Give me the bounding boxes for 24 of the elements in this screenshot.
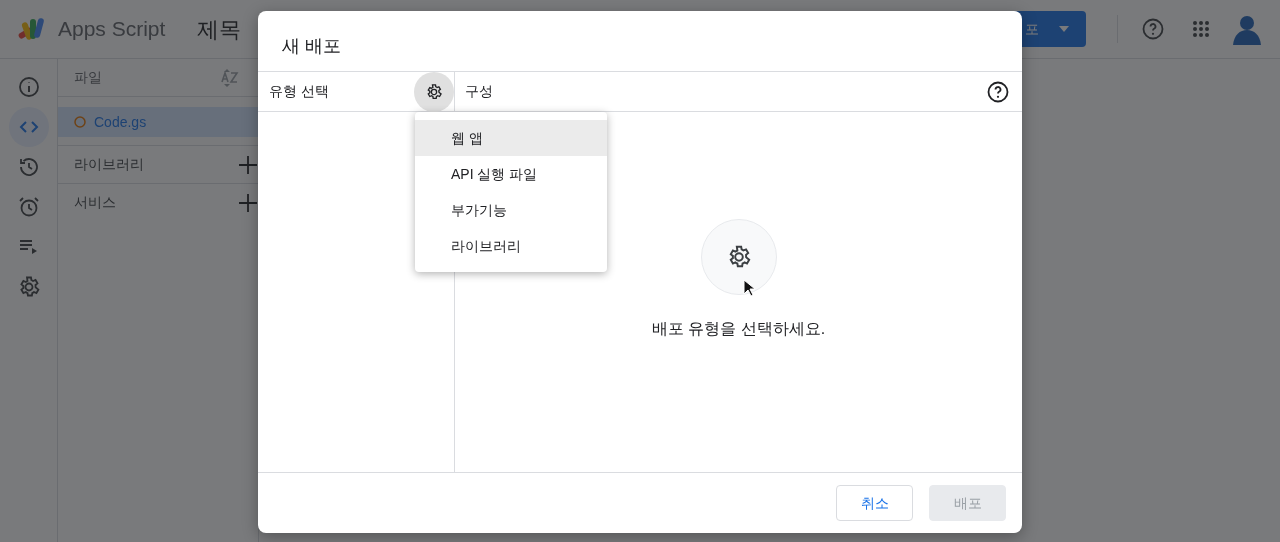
cursor-icon xyxy=(743,279,755,297)
section-title: 서비스 xyxy=(74,193,116,212)
project-title[interactable]: 제목 xyxy=(197,12,242,46)
add-icon[interactable] xyxy=(238,154,258,175)
help-icon[interactable] xyxy=(986,79,1010,104)
panel-title: 파일 xyxy=(74,68,102,87)
file-status-icon xyxy=(74,116,86,128)
info-icon xyxy=(16,75,41,99)
app-name: Apps Script xyxy=(58,16,166,43)
column-header: 구성 xyxy=(465,82,493,101)
section-title: 라이브러리 xyxy=(74,155,144,174)
add-icon[interactable] xyxy=(238,192,258,213)
rail-button[interactable] xyxy=(8,107,49,147)
dialog-title: 새 배포 xyxy=(258,11,1022,72)
settings-icon xyxy=(425,82,443,101)
menu-item[interactable]: 부가기능 xyxy=(415,192,607,228)
settings-button[interactable] xyxy=(414,71,454,112)
column-header: 유형 선택 xyxy=(269,82,329,101)
caret-icon xyxy=(1059,26,1069,32)
menu-item[interactable]: API 실행 파일 xyxy=(415,156,607,192)
menu-item[interactable]: 라이브러리 xyxy=(415,228,607,264)
menu-item[interactable]: 웹 앱 xyxy=(415,120,607,156)
cancel-button[interactable]: 취소 xyxy=(836,485,913,521)
empty-message: 배포 유형을 선택하세요. xyxy=(651,319,826,339)
